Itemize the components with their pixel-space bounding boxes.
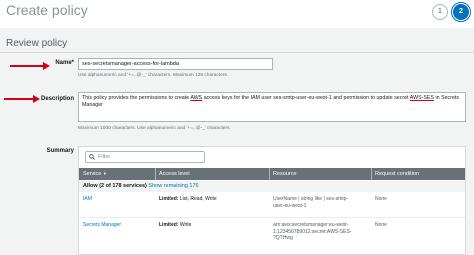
description-text-aws: AWS — [190, 95, 203, 101]
allow-group-row: Allow (2 of 178 services) Show remaining… — [79, 181, 465, 192]
policy-description-textarea[interactable]: This policy provides the permissions to … — [78, 92, 466, 122]
annotation-arrow-description — [4, 95, 40, 103]
summary-table-panel: Filter Service ▼ Access level Resource R… — [78, 146, 466, 255]
resource-cell: arn:aws:secretsmanager:eu-west- 1:1234567… — [273, 222, 351, 242]
access-level-value: Write — [178, 222, 192, 228]
table-header: Service ▼ Access level Resource Request … — [79, 168, 465, 180]
resource-line: 1:123456789012:secret:AWS-SES- — [273, 228, 352, 235]
name-hint: Use alphanumeric and '+=,.@-_' character… — [78, 73, 229, 78]
section-title: Review policy — [6, 38, 68, 49]
step-1-indicator[interactable]: 1 — [432, 4, 448, 20]
column-header-label: Service — [83, 171, 102, 177]
column-header-request-condition[interactable]: Request condition — [375, 171, 419, 177]
search-icon — [89, 154, 95, 160]
resource-cell: UserName | string like | ses-smtp-user-e… — [273, 196, 348, 209]
description-hint: Maximum 1000 characters. Use alphanumeri… — [78, 126, 231, 131]
resource-line: user-eu-west-1 — [273, 202, 307, 209]
service-link[interactable]: IAM — [83, 196, 92, 203]
service-link[interactable]: Secrets Manager — [83, 222, 121, 229]
access-level-label: Limited: — [159, 222, 179, 228]
allow-count-text: Allow (2 of 178 services) — [83, 183, 147, 189]
access-level-value: List, Read, Write — [178, 196, 217, 202]
column-header-access-level[interactable]: Access level — [159, 171, 190, 177]
description-text-part: This policy provides the permissions to … — [82, 95, 191, 101]
show-remaining-link[interactable]: Show remaining 176 — [148, 183, 198, 189]
resource-line: arn:aws:secretsmanager:eu-west- — [273, 222, 349, 228]
column-header-service[interactable]: Service ▼ — [83, 171, 107, 177]
request-condition-cell: None — [375, 222, 387, 228]
name-label: Name* — [55, 60, 74, 66]
annotation-arrow-name — [10, 62, 50, 70]
table-row: IAM Limited: List, Read, Write UserName … — [79, 193, 465, 218]
policy-name-input[interactable]: ses-secretsmanager-access-for-lambda — [78, 58, 273, 70]
description-label: Description — [40, 96, 74, 102]
step-2-indicator[interactable]: 2 — [451, 2, 471, 22]
column-divider — [371, 168, 372, 180]
resource-line: ?QTHwg — [273, 235, 293, 241]
column-divider — [269, 168, 270, 180]
filter-input[interactable]: Filter — [85, 151, 205, 163]
summary-label: Summary — [46, 148, 74, 154]
resource-line: UserName | string like | ses-smtp- — [273, 196, 349, 202]
column-divider — [155, 168, 156, 180]
description-text-secret: AWS-SES — [409, 95, 434, 101]
description-text-part: access keys for the IAM user ses-smtp-us… — [202, 95, 410, 101]
sort-down-icon: ▼ — [102, 171, 107, 176]
filter-placeholder: Filter — [98, 154, 111, 160]
request-condition-cell: None — [375, 196, 387, 202]
access-level-label: Limited: — [159, 196, 179, 202]
section-divider — [0, 52, 474, 53]
access-level-cell: Limited: List, Read, Write — [159, 196, 217, 203]
access-level-cell: Limited: Write — [159, 222, 191, 229]
page-title: Create policy — [6, 2, 88, 18]
step-active-ring — [451, 2, 471, 22]
column-header-resource[interactable]: Resource — [273, 171, 297, 177]
table-row: Secrets Manager Limited: Write arn:aws:s… — [79, 219, 465, 255]
page-header: Create policy 1 2 — [0, 0, 474, 27]
